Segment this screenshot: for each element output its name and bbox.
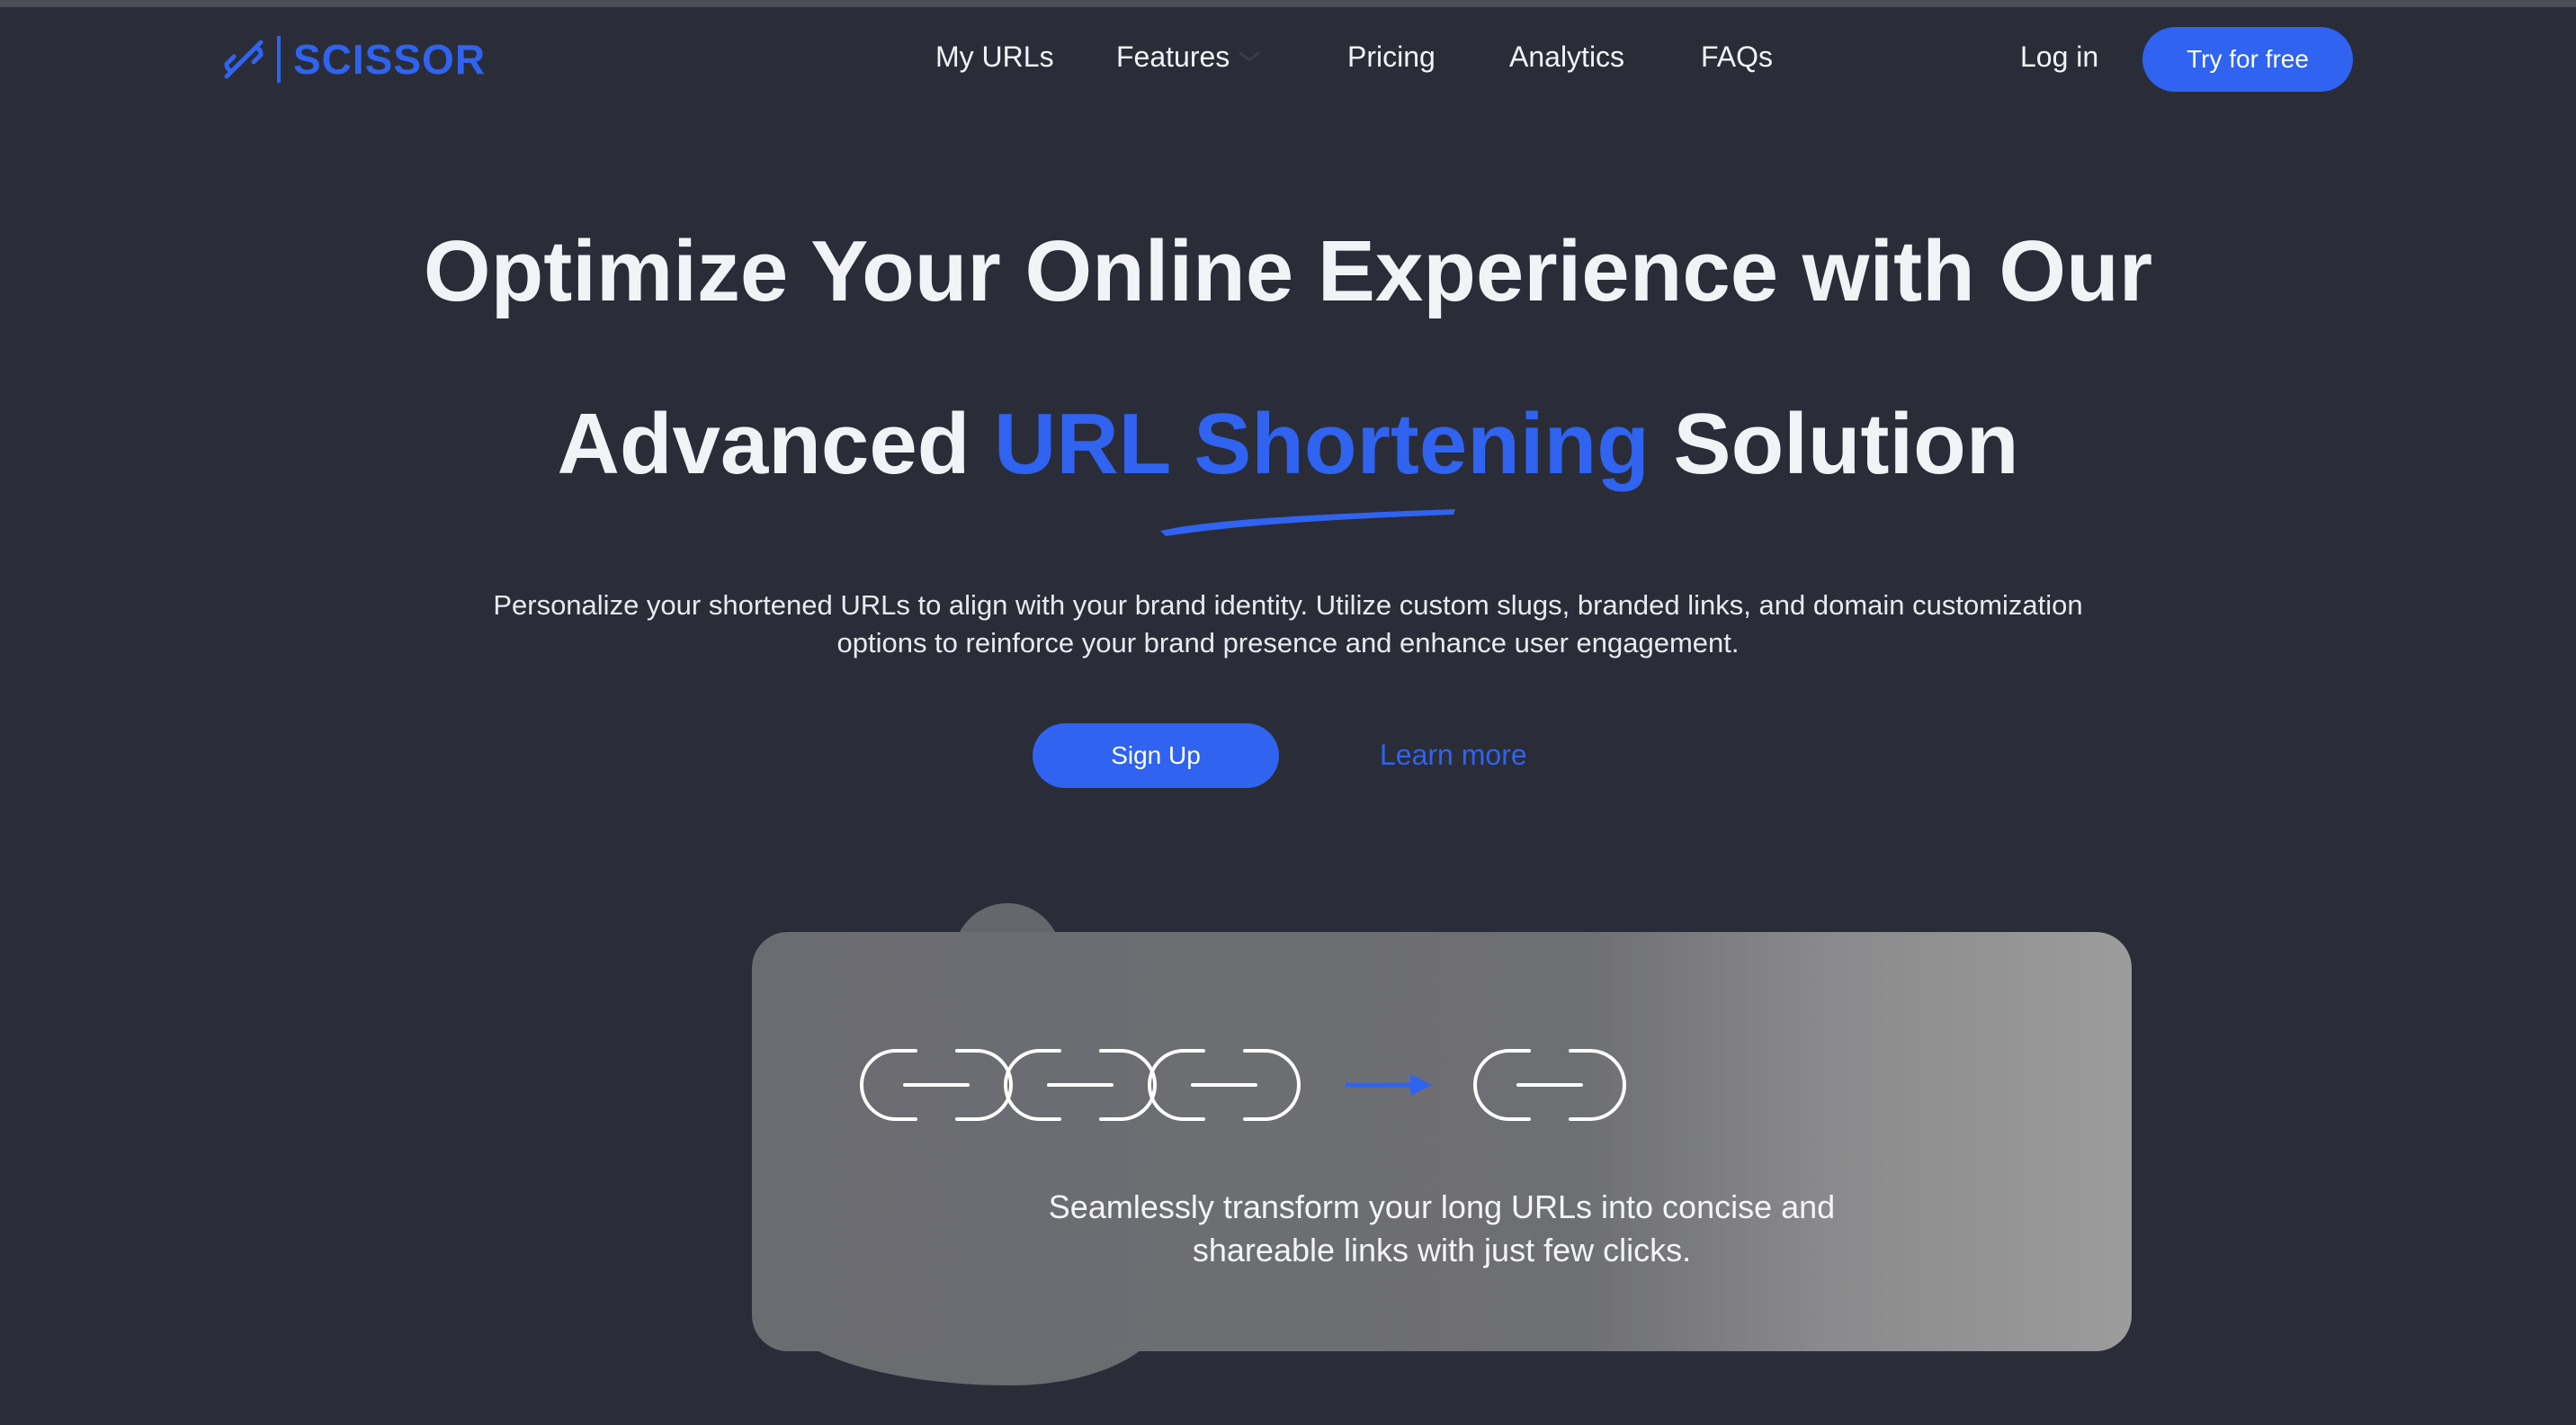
- window-top-edge: [0, 0, 2576, 7]
- broken-link-icon: [224, 40, 264, 79]
- hero-subtitle-line-2: options to reinforce your brand presence…: [836, 627, 1740, 659]
- learn-more-link[interactable]: Learn more: [1380, 732, 1527, 777]
- hero-title-post: Solution: [1649, 396, 2019, 492]
- feature-card-text-line-2: shareable links with just few clicks.: [1192, 1232, 1692, 1268]
- brush-underline: [1160, 509, 1455, 536]
- login-link[interactable]: Log in: [2020, 34, 2098, 79]
- chain-link-icon: [1148, 1049, 1301, 1121]
- hero-subtitle: Personalize your shortened URLs to align…: [414, 587, 2162, 662]
- hero-title-accent: URL Shortening: [994, 396, 1650, 492]
- feature-card-text-line-1: Seamlessly transform your long URLs into…: [1048, 1188, 1836, 1225]
- chain-link-icon: [1473, 1049, 1626, 1121]
- feature-card: Seamlessly transform your long URLs into…: [752, 932, 2132, 1351]
- nav-link-my-urls[interactable]: My URLs: [935, 34, 1054, 79]
- feature-card-text: Seamlessly transform your long URLs into…: [752, 1186, 2132, 1272]
- chevron-down-icon: [1239, 51, 1260, 62]
- chain-link-icon: [860, 1049, 1013, 1121]
- top-navigation: SCISSOR My URLs Features Pricing Analyti…: [0, 7, 2576, 108]
- hero-title-pre: Advanced: [557, 396, 995, 492]
- brand-name: SCISSOR: [293, 36, 487, 83]
- hero-subtitle-line-1: Personalize your shortened URLs to align…: [493, 589, 2083, 621]
- nav-link-pricing[interactable]: Pricing: [1347, 34, 1436, 79]
- hero-title-line-2: Advanced URL Shortening Solution: [0, 390, 2576, 498]
- nav-link-faqs[interactable]: FAQs: [1701, 34, 1773, 79]
- nav-link-analytics[interactable]: Analytics: [1509, 34, 1624, 79]
- nav-link-features-label: Features: [1116, 40, 1230, 73]
- chain-link-icon: [1004, 1049, 1157, 1121]
- sign-up-button[interactable]: Sign Up: [1033, 723, 1279, 788]
- arrow-right-icon: [1346, 1074, 1432, 1096]
- url-shortening-illustration: [860, 1049, 1626, 1121]
- hero-title-line-1: Optimize Your Online Experience with Our: [423, 223, 2153, 319]
- logo-divider: [277, 36, 281, 83]
- try-for-free-button[interactable]: Try for free: [2142, 27, 2353, 92]
- nav-link-features[interactable]: Features: [1116, 34, 1262, 79]
- brand-logo[interactable]: SCISSOR: [221, 32, 486, 86]
